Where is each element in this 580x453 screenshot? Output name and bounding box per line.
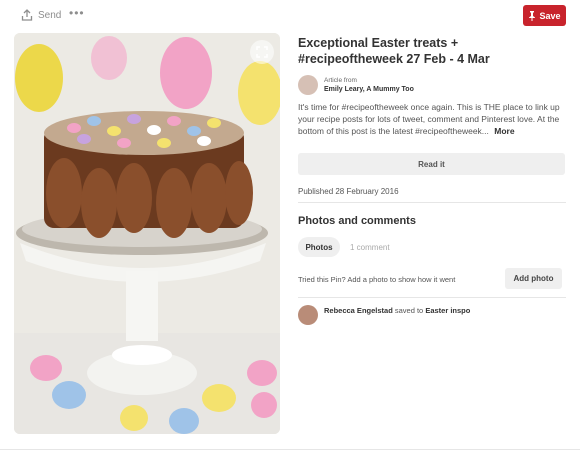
divider bbox=[298, 202, 566, 203]
pin-description: It's time for #recipeoftheweek once agai… bbox=[298, 101, 564, 137]
activity-board[interactable]: Easter inspo bbox=[425, 306, 470, 315]
tab-photos[interactable]: Photos bbox=[298, 237, 340, 257]
more-options-button[interactable]: ••• bbox=[69, 6, 85, 20]
easter-cake-photo bbox=[14, 33, 280, 434]
pin-image[interactable] bbox=[14, 33, 280, 434]
photos-heading: Photos and comments bbox=[298, 215, 416, 227]
expand-button[interactable] bbox=[250, 40, 274, 64]
description-text: It's time for #recipeoftheweek once agai… bbox=[298, 102, 560, 136]
save-button[interactable]: Save bbox=[523, 5, 566, 26]
pin-title[interactable]: Exceptional Easter treats + #recipeofthe… bbox=[298, 35, 566, 67]
source-avatar[interactable] bbox=[298, 75, 318, 95]
top-bar: Send ••• Save bbox=[0, 0, 580, 32]
activity-item: Rebecca Engelstad saved to Easter inspo bbox=[298, 305, 470, 325]
avatar[interactable] bbox=[298, 305, 318, 325]
source-name[interactable]: Emily Leary, A Mummy Too bbox=[324, 85, 414, 94]
expand-icon bbox=[256, 46, 268, 58]
share-icon bbox=[21, 9, 33, 21]
save-label: Save bbox=[539, 10, 561, 21]
pin-source[interactable]: Article from Emily Leary, A Mummy Too bbox=[298, 75, 414, 95]
published-date: Published 28 February 2016 bbox=[298, 187, 399, 196]
read-it-button[interactable]: Read it bbox=[298, 153, 565, 175]
tab-comments[interactable]: 1 comment bbox=[350, 243, 390, 252]
activity-user[interactable]: Rebecca Engelstad bbox=[324, 306, 393, 315]
send-button[interactable]: Send bbox=[21, 9, 61, 21]
add-photo-button[interactable]: Add photo bbox=[505, 268, 562, 289]
source-prefix: Article from bbox=[324, 76, 357, 84]
pin-icon bbox=[529, 10, 536, 21]
bottom-divider bbox=[0, 449, 580, 450]
pin-details: Exceptional Easter treats + #recipeofthe… bbox=[298, 35, 566, 325]
divider bbox=[298, 297, 566, 298]
more-link[interactable]: More bbox=[494, 126, 514, 136]
activity-text: Rebecca Engelstad saved to Easter inspo bbox=[324, 306, 470, 316]
tried-pin-prompt: Tried this Pin? Add a photo to show how … bbox=[298, 275, 456, 284]
send-label: Send bbox=[38, 9, 62, 21]
activity-action: saved to bbox=[394, 306, 424, 315]
